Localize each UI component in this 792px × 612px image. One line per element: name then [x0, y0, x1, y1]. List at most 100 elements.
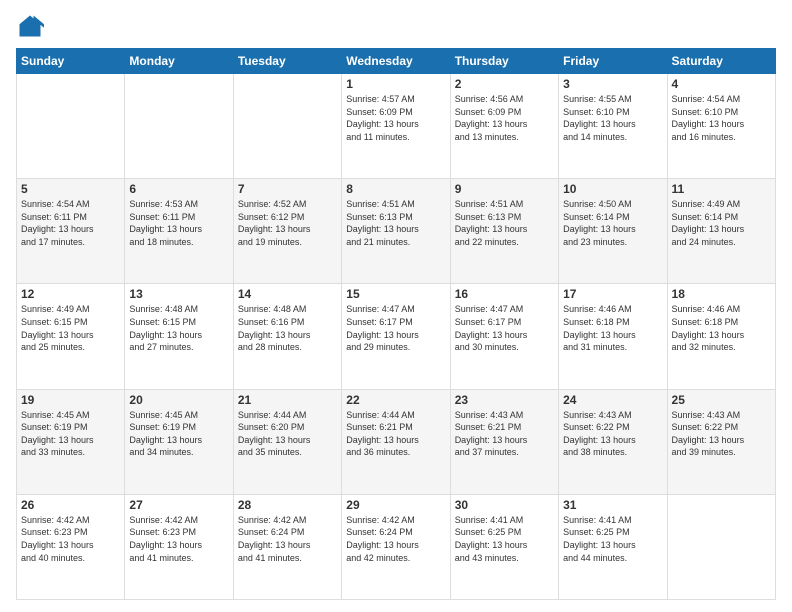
- calendar-header-monday: Monday: [125, 49, 233, 74]
- calendar-cell: [233, 74, 341, 179]
- calendar-cell: [17, 74, 125, 179]
- day-number: 9: [455, 182, 554, 196]
- calendar-cell: 12Sunrise: 4:49 AM Sunset: 6:15 PM Dayli…: [17, 284, 125, 389]
- day-info: Sunrise: 4:42 AM Sunset: 6:24 PM Dayligh…: [238, 514, 337, 564]
- day-info: Sunrise: 4:45 AM Sunset: 6:19 PM Dayligh…: [129, 409, 228, 459]
- calendar-cell: 19 Sunrise: 4:45 AM Sunset: 6:19 PM Dayli…: [17, 389, 125, 494]
- day-info: Sunrise: 4:52 AM Sunset: 6:12 PM Dayligh…: [238, 198, 337, 248]
- calendar-cell: 17 Sunrise: 4:46 AM Sunset: 6:18 PM Dayli…: [559, 284, 667, 389]
- day-info: Sunrise: 4:46 AM Sunset: 6:18 PM Dayligh…: [563, 303, 662, 353]
- day-info: Sunrise: 4:49 AM Sunset: 6:14 PM Dayligh…: [672, 198, 771, 248]
- calendar-cell: 3 Sunrise: 4:55 AM Sunset: 6:10 PM Daylig…: [559, 74, 667, 179]
- calendar-cell: 30 Sunrise: 4:41 AM Sunset: 6:25 PM Dayli…: [450, 494, 558, 599]
- calendar-cell: 2 Sunrise: 4:56 AM Sunset: 6:09 PM Daylig…: [450, 74, 558, 179]
- calendar-header-wednesday: Wednesday: [342, 49, 450, 74]
- calendar-cell: 1Sunrise: 4:57 AM Sunset: 6:09 PM Daylig…: [342, 74, 450, 179]
- day-info: Sunrise: 4:53 AM Sunset: 6:11 PM Dayligh…: [129, 198, 228, 248]
- calendar-cell: 6 Sunrise: 4:53 AM Sunset: 6:11 PM Daylig…: [125, 179, 233, 284]
- day-number: 11: [672, 182, 771, 196]
- calendar-cell: 10Sunrise: 4:50 AM Sunset: 6:14 PM Dayli…: [559, 179, 667, 284]
- day-info: Sunrise: 4:46 AM Sunset: 6:18 PM Dayligh…: [672, 303, 771, 353]
- day-number: 31: [563, 498, 662, 512]
- day-number: 16: [455, 287, 554, 301]
- day-number: 8: [346, 182, 445, 196]
- day-number: 27: [129, 498, 228, 512]
- calendar-cell: 20 Sunrise: 4:45 AM Sunset: 6:19 PM Dayli…: [125, 389, 233, 494]
- day-info: Sunrise: 4:48 AM Sunset: 6:16 PM Dayligh…: [238, 303, 337, 353]
- day-number: 19: [21, 393, 120, 407]
- day-info: Sunrise: 4:48 AM Sunset: 6:15 PM Dayligh…: [129, 303, 228, 353]
- day-number: 17: [563, 287, 662, 301]
- day-info: Sunrise: 4:55 AM Sunset: 6:10 PM Dayligh…: [563, 93, 662, 143]
- calendar-header-sunday: Sunday: [17, 49, 125, 74]
- day-info: Sunrise: 4:43 AM Sunset: 6:22 PM Dayligh…: [672, 409, 771, 459]
- calendar-week-3: 12Sunrise: 4:49 AM Sunset: 6:15 PM Dayli…: [17, 284, 776, 389]
- day-number: 14: [238, 287, 337, 301]
- calendar-cell: 15Sunrise: 4:47 AM Sunset: 6:17 PM Dayli…: [342, 284, 450, 389]
- day-info: Sunrise: 4:42 AM Sunset: 6:23 PM Dayligh…: [21, 514, 120, 564]
- calendar-cell: 27Sunrise: 4:42 AM Sunset: 6:23 PM Dayli…: [125, 494, 233, 599]
- calendar-cell: 23 Sunrise: 4:43 AM Sunset: 6:21 PM Dayli…: [450, 389, 558, 494]
- day-number: 4: [672, 77, 771, 91]
- calendar-cell: 29 Sunrise: 4:42 AM Sunset: 6:24 PM Dayli…: [342, 494, 450, 599]
- day-number: 10: [563, 182, 662, 196]
- page: SundayMondayTuesdayWednesdayThursdayFrid…: [0, 0, 792, 612]
- calendar-header-saturday: Saturday: [667, 49, 775, 74]
- day-number: 2: [455, 77, 554, 91]
- calendar-cell: 26Sunrise: 4:42 AM Sunset: 6:23 PM Dayli…: [17, 494, 125, 599]
- day-number: 30: [455, 498, 554, 512]
- day-number: 25: [672, 393, 771, 407]
- day-info: Sunrise: 4:47 AM Sunset: 6:17 PM Dayligh…: [455, 303, 554, 353]
- calendar-cell: [125, 74, 233, 179]
- logo: [16, 12, 48, 40]
- calendar-cell: 13 Sunrise: 4:48 AM Sunset: 6:15 PM Dayli…: [125, 284, 233, 389]
- calendar-cell: 7 Sunrise: 4:52 AM Sunset: 6:12 PM Daylig…: [233, 179, 341, 284]
- calendar-cell: 25 Sunrise: 4:43 AM Sunset: 6:22 PM Dayli…: [667, 389, 775, 494]
- calendar-cell: 18 Sunrise: 4:46 AM Sunset: 6:18 PM Dayli…: [667, 284, 775, 389]
- day-info: Sunrise: 4:54 AM Sunset: 6:10 PM Dayligh…: [672, 93, 771, 143]
- day-number: 7: [238, 182, 337, 196]
- day-info: Sunrise: 4:54 AM Sunset: 6:11 PM Dayligh…: [21, 198, 120, 248]
- calendar-cell: 21Sunrise: 4:44 AM Sunset: 6:20 PM Dayli…: [233, 389, 341, 494]
- day-info: Sunrise: 4:43 AM Sunset: 6:22 PM Dayligh…: [563, 409, 662, 459]
- day-info: Sunrise: 4:42 AM Sunset: 6:24 PM Dayligh…: [346, 514, 445, 564]
- calendar-cell: 14 Sunrise: 4:48 AM Sunset: 6:16 PM Dayli…: [233, 284, 341, 389]
- day-number: 1: [346, 77, 445, 91]
- day-number: 6: [129, 182, 228, 196]
- calendar-week-4: 19 Sunrise: 4:45 AM Sunset: 6:19 PM Dayli…: [17, 389, 776, 494]
- day-info: Sunrise: 4:44 AM Sunset: 6:20 PM Dayligh…: [238, 409, 337, 459]
- logo-icon: [16, 12, 44, 40]
- day-info: Sunrise: 4:41 AM Sunset: 6:25 PM Dayligh…: [563, 514, 662, 564]
- day-number: 5: [21, 182, 120, 196]
- day-number: 24: [563, 393, 662, 407]
- day-info: Sunrise: 4:43 AM Sunset: 6:21 PM Dayligh…: [455, 409, 554, 459]
- calendar-week-5: 26Sunrise: 4:42 AM Sunset: 6:23 PM Dayli…: [17, 494, 776, 599]
- day-info: Sunrise: 4:44 AM Sunset: 6:21 PM Dayligh…: [346, 409, 445, 459]
- calendar-week-2: 5 Sunrise: 4:54 AM Sunset: 6:11 PM Daylig…: [17, 179, 776, 284]
- day-number: 20: [129, 393, 228, 407]
- day-info: Sunrise: 4:45 AM Sunset: 6:19 PM Dayligh…: [21, 409, 120, 459]
- calendar-header-thursday: Thursday: [450, 49, 558, 74]
- day-info: Sunrise: 4:51 AM Sunset: 6:13 PM Dayligh…: [346, 198, 445, 248]
- calendar-body: 1Sunrise: 4:57 AM Sunset: 6:09 PM Daylig…: [17, 74, 776, 600]
- day-number: 3: [563, 77, 662, 91]
- calendar-cell: 11 Sunrise: 4:49 AM Sunset: 6:14 PM Dayli…: [667, 179, 775, 284]
- day-number: 28: [238, 498, 337, 512]
- calendar-cell: 4 Sunrise: 4:54 AM Sunset: 6:10 PM Daylig…: [667, 74, 775, 179]
- calendar-header-friday: Friday: [559, 49, 667, 74]
- day-info: Sunrise: 4:41 AM Sunset: 6:25 PM Dayligh…: [455, 514, 554, 564]
- day-number: 12: [21, 287, 120, 301]
- calendar-table: SundayMondayTuesdayWednesdayThursdayFrid…: [16, 48, 776, 600]
- calendar-week-1: 1Sunrise: 4:57 AM Sunset: 6:09 PM Daylig…: [17, 74, 776, 179]
- calendar-cell: 9Sunrise: 4:51 AM Sunset: 6:13 PM Daylig…: [450, 179, 558, 284]
- calendar-cell: 28 Sunrise: 4:42 AM Sunset: 6:24 PM Dayli…: [233, 494, 341, 599]
- calendar-header-tuesday: Tuesday: [233, 49, 341, 74]
- day-number: 15: [346, 287, 445, 301]
- day-number: 18: [672, 287, 771, 301]
- calendar-cell: 24 Sunrise: 4:43 AM Sunset: 6:22 PM Dayli…: [559, 389, 667, 494]
- day-number: 23: [455, 393, 554, 407]
- day-info: Sunrise: 4:56 AM Sunset: 6:09 PM Dayligh…: [455, 93, 554, 143]
- day-number: 29: [346, 498, 445, 512]
- day-number: 13: [129, 287, 228, 301]
- header: [16, 12, 776, 40]
